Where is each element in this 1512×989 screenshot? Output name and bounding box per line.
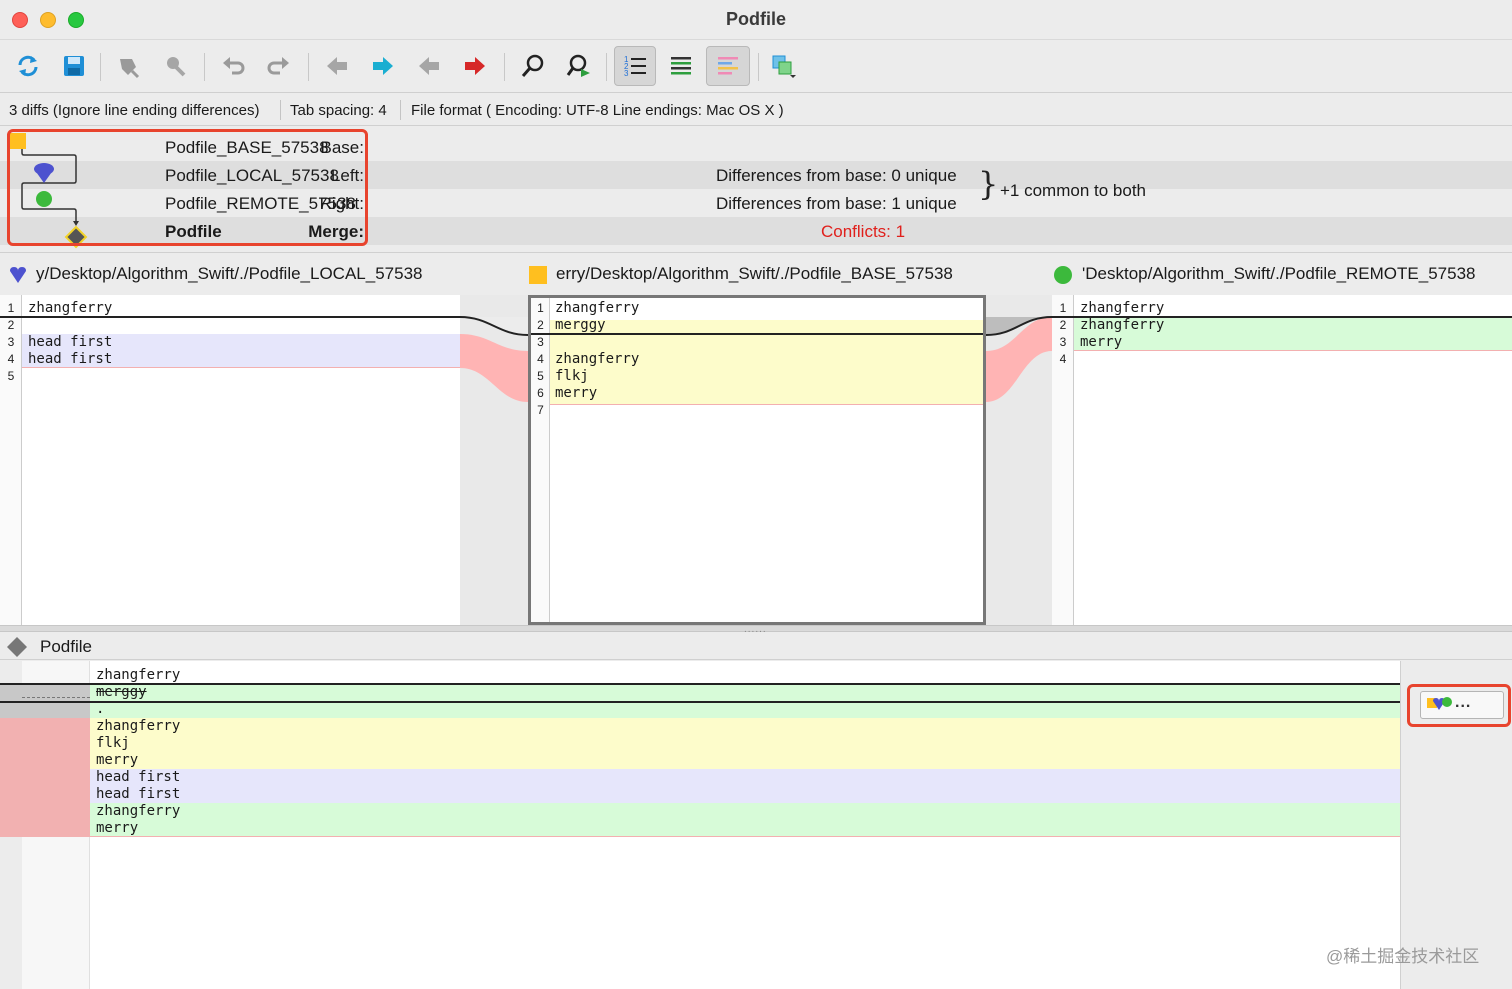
svg-text:3: 3 [624, 69, 629, 78]
conflicts-count: Conflicts: 1 [821, 222, 906, 241]
right-diff-count: Differences from base: 1 unique [716, 194, 957, 213]
summary-highlight-box [7, 129, 368, 246]
right-file-path: 'Desktop/Algorithm_Swift/./Podfile_REMOT… [1082, 264, 1476, 283]
merge-line: flkj [90, 735, 1400, 752]
left-file-path: y/Desktop/Algorithm_Swift/./Podfile_LOCA… [36, 264, 423, 283]
pane-splitter[interactable]: ...... [0, 624, 1512, 635]
common-brace: } [978, 165, 999, 203]
watermark: @稀土掘金技术社区 [1326, 947, 1480, 966]
redo-icon [267, 57, 289, 75]
merge-summary: Base: Podfile_BASE_57538 Left: Podfile_L… [0, 127, 1512, 251]
redo-button[interactable] [262, 49, 296, 83]
base-file-path: erry/Desktop/Algorithm_Swift/./Podfile_B… [556, 264, 953, 283]
base-square-icon [529, 266, 547, 284]
remote-circle-icon [1054, 266, 1072, 284]
merge-line: merry [90, 820, 1400, 837]
merge-line: zhangferry [96, 667, 181, 683]
text-line: 5 flkj [537, 368, 589, 384]
reload-icon [18, 55, 38, 77]
diff-count: 3 diffs (Ignore line ending differences) [9, 102, 260, 119]
merge-output-pane[interactable]: merggy . zhangferry flkj merry head firs… [0, 661, 1400, 989]
title-bar: Podfile [0, 0, 1512, 40]
file-format[interactable]: File format ( Encoding: UTF-8 Line endin… [411, 102, 784, 119]
toolbar: 123 [0, 41, 1512, 93]
text-line: 6 merry [537, 385, 598, 401]
tab-spacing[interactable]: Tab spacing: 4 [290, 102, 387, 119]
find-next-button[interactable] [562, 49, 596, 83]
merge-line: zhangferry [90, 718, 1400, 735]
local-heart-icon [10, 267, 26, 283]
text-line: 1 zhangferry [7, 300, 113, 316]
merge-file-title: Podfile [40, 637, 92, 656]
window-split-button[interactable] [766, 49, 800, 83]
text-line: 4 head first [7, 351, 113, 367]
next-diff-icon [373, 57, 393, 75]
merge-down-button[interactable] [112, 49, 146, 83]
text-line: 5 [7, 369, 15, 383]
find-next-icon [566, 54, 590, 77]
right-connector [986, 295, 1052, 625]
merge-line: head first [90, 769, 1400, 786]
show-whitespace-icon [671, 57, 691, 75]
picker-highlight-box [1407, 684, 1511, 727]
show-diffs-toggle[interactable] [706, 46, 750, 86]
merge-down-disabled-icon [167, 57, 186, 77]
window-title: Podfile [725, 9, 786, 29]
left-connector [460, 295, 528, 625]
line-numbers-toggle[interactable]: 123 [614, 46, 656, 86]
show-diffs-icon [718, 57, 738, 75]
save-icon [64, 56, 84, 76]
text-line: 2 merggy [537, 317, 606, 333]
merge-down-icon [120, 59, 140, 79]
left-diff-count: Differences from base: 0 unique [716, 166, 957, 185]
find-icon [521, 54, 544, 77]
merge-diamond-icon [7, 637, 27, 657]
undo-button[interactable] [216, 49, 250, 83]
merge-line: head first [90, 786, 1400, 803]
merge-header: Podfile [0, 632, 1512, 660]
window-split-icon [772, 55, 796, 78]
text-line: 2 zhangferry [1059, 317, 1165, 333]
merge-line: merry [90, 752, 1400, 769]
merge-line: . [90, 701, 1400, 718]
previous-conflict-button[interactable] [412, 49, 446, 83]
merge-down-alt-button[interactable] [158, 49, 192, 83]
text-line: 2 [7, 318, 15, 332]
text-line: 1 zhangferry [1059, 300, 1165, 316]
text-line: 4 [1059, 352, 1067, 366]
prev-diff-icon [327, 57, 347, 75]
file-headers: y/Desktop/Algorithm_Swift/./Podfile_LOCA… [0, 252, 1512, 294]
merge-line-struck: merggy [90, 684, 1400, 701]
save-button[interactable] [57, 49, 91, 83]
text-line: 4 zhangferry [537, 351, 640, 367]
right-pane[interactable]: 1 zhangferry 2 zhangferry 3 merry 4 [1052, 295, 1512, 625]
common-count: +1 common to both [1000, 181, 1147, 200]
text-line: 3 [537, 335, 544, 349]
next-conflict-icon [465, 57, 485, 75]
text-line: 3 merry [1059, 334, 1123, 350]
reload-button[interactable] [11, 49, 45, 83]
base-pane[interactable]: 1 zhangferry 2 merggy 3 4 zhangferry 5 flkj … [528, 295, 986, 625]
show-whitespace-toggle[interactable] [664, 49, 698, 83]
line-numbers-icon: 123 [624, 55, 646, 78]
next-conflict-button[interactable] [458, 49, 492, 83]
status-line: 3 diffs (Ignore line ending differences)… [0, 94, 1512, 126]
left-pane[interactable]: 1 zhangferry 2 3 head first 4 head first 5 [0, 295, 460, 625]
merge-line: zhangferry [90, 803, 1400, 820]
next-difference-button[interactable] [366, 49, 400, 83]
previous-difference-button[interactable] [320, 49, 354, 83]
find-button[interactable] [516, 49, 550, 83]
text-line: 3 head first [7, 334, 113, 350]
text-line: 7 [537, 403, 544, 417]
text-line: 1 zhangferry [537, 300, 640, 316]
undo-icon [223, 57, 245, 75]
prev-conflict-icon [419, 57, 439, 75]
